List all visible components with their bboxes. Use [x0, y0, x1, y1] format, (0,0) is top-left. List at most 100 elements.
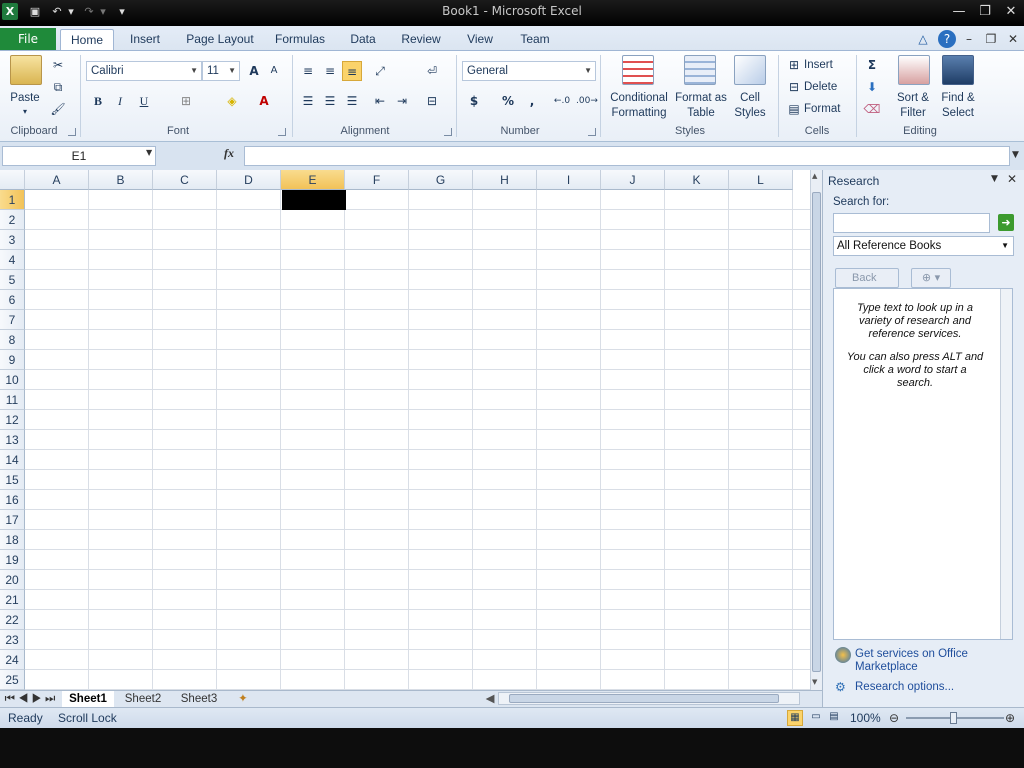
- tab-page-layout[interactable]: Page Layout: [178, 29, 262, 50]
- column-header[interactable]: A: [25, 170, 89, 190]
- tab-home[interactable]: Home: [60, 29, 114, 50]
- tab-file[interactable]: File: [0, 28, 56, 50]
- conditional-formatting-icon[interactable]: [622, 55, 654, 85]
- row-header[interactable]: 17: [0, 510, 25, 530]
- tab-team[interactable]: Team: [512, 29, 558, 50]
- cell-styles-icon[interactable]: [734, 55, 766, 85]
- column-header[interactable]: C: [153, 170, 217, 190]
- zoom-level[interactable]: 100%: [850, 711, 881, 725]
- align-bottom-icon[interactable]: ≡: [342, 61, 362, 81]
- clipboard-launcher-icon[interactable]: [68, 128, 76, 136]
- row-header[interactable]: 3: [0, 230, 25, 250]
- row-header[interactable]: 14: [0, 450, 25, 470]
- back-button[interactable]: Back: [835, 268, 899, 288]
- tab-insert[interactable]: Insert: [118, 29, 172, 50]
- font-color-icon[interactable]: A: [254, 91, 274, 111]
- wrap-text-icon[interactable]: ⏎: [422, 61, 442, 81]
- column-header[interactable]: G: [409, 170, 473, 190]
- column-header[interactable]: D: [217, 170, 281, 190]
- find-select-label-2[interactable]: Select: [934, 106, 982, 120]
- align-top-icon[interactable]: ≡: [298, 61, 318, 81]
- row-header[interactable]: 15: [0, 470, 25, 490]
- sort-filter-label-1[interactable]: Sort &: [892, 91, 934, 105]
- delete-cells-icon[interactable]: ⊟: [784, 77, 804, 97]
- scroll-down-icon[interactable]: ▼: [812, 678, 817, 686]
- row-header[interactable]: 24: [0, 650, 25, 670]
- column-header[interactable]: E: [281, 170, 345, 190]
- sort-filter-icon[interactable]: [898, 55, 930, 85]
- sort-filter-label-2[interactable]: Filter: [892, 106, 934, 120]
- zoom-out-icon[interactable]: ⊖: [889, 711, 899, 725]
- sheet-tab-3[interactable]: Sheet3: [174, 691, 224, 707]
- align-right-icon[interactable]: ☰: [342, 91, 362, 111]
- decrease-indent-icon[interactable]: ⇤: [370, 91, 390, 111]
- horizontal-scrollbar[interactable]: [498, 692, 800, 705]
- delete-cells-button[interactable]: Delete: [804, 80, 837, 94]
- tab-data[interactable]: Data: [340, 29, 386, 50]
- row-header[interactable]: 9: [0, 350, 25, 370]
- insert-sheet-icon[interactable]: ✦: [232, 691, 254, 707]
- zoom-slider-thumb[interactable]: [950, 712, 957, 724]
- increase-indent-icon[interactable]: ⇥: [392, 91, 412, 111]
- row-header[interactable]: 16: [0, 490, 25, 510]
- row-header[interactable]: 13: [0, 430, 25, 450]
- page-layout-view-icon[interactable]: ▭: [808, 710, 824, 726]
- column-header[interactable]: K: [665, 170, 729, 190]
- cell-styles-label-2[interactable]: Styles: [726, 106, 774, 120]
- borders-icon[interactable]: ⊞: [176, 91, 196, 111]
- row-header[interactable]: 8: [0, 330, 25, 350]
- merge-center-icon[interactable]: ⊟: [422, 91, 442, 111]
- row-header[interactable]: 22: [0, 610, 25, 630]
- format-as-table-label-1[interactable]: Format as: [672, 91, 730, 105]
- sheet-tab-1[interactable]: Sheet1: [62, 691, 114, 707]
- zoom-in-icon[interactable]: ⊕: [1005, 711, 1015, 725]
- grow-font-button[interactable]: A: [244, 61, 264, 81]
- align-left-icon[interactable]: ☰: [298, 91, 318, 111]
- insert-function-button[interactable]: fx: [224, 146, 234, 161]
- start-search-icon[interactable]: ➜: [998, 214, 1014, 231]
- conditional-formatting-label-1[interactable]: Conditional: [604, 91, 674, 105]
- clear-icon[interactable]: ⌫: [862, 99, 882, 119]
- row-header[interactable]: 7: [0, 310, 25, 330]
- workbook-restore-icon[interactable]: ❐: [982, 30, 1000, 48]
- row-header[interactable]: 21: [0, 590, 25, 610]
- hscroll-thumb[interactable]: [509, 694, 779, 703]
- sheet-tab-2[interactable]: Sheet2: [118, 691, 168, 707]
- column-header[interactable]: L: [729, 170, 793, 190]
- column-header[interactable]: J: [601, 170, 665, 190]
- hscroll-left-icon[interactable]: ◀: [484, 691, 496, 707]
- bold-button[interactable]: B: [88, 91, 108, 111]
- name-box-dropdown-icon[interactable]: ▼: [146, 148, 152, 157]
- italic-button[interactable]: I: [110, 91, 130, 111]
- workbook-close-icon[interactable]: ✕: [1004, 30, 1022, 48]
- cut-icon[interactable]: ✂: [48, 55, 68, 75]
- format-cells-icon[interactable]: ▤: [784, 99, 804, 119]
- normal-view-icon[interactable]: ▦: [787, 710, 803, 726]
- paste-dropdown-icon[interactable]: ▾: [4, 105, 46, 119]
- increase-decimal-icon[interactable]: ←.0: [552, 91, 572, 111]
- format-painter-icon[interactable]: 🖌: [48, 99, 68, 119]
- restore-icon[interactable]: ❐: [972, 2, 998, 22]
- column-header[interactable]: B: [89, 170, 153, 190]
- get-services-link[interactable]: Get services on Office Marketplace: [855, 648, 1005, 674]
- help-icon[interactable]: ?: [938, 30, 956, 48]
- number-launcher-icon[interactable]: [588, 128, 596, 136]
- find-select-label-1[interactable]: Find &: [934, 91, 982, 105]
- column-header[interactable]: F: [345, 170, 409, 190]
- row-header[interactable]: 1: [0, 190, 25, 210]
- results-scrollbar[interactable]: [1000, 289, 1012, 639]
- row-header[interactable]: 19: [0, 550, 25, 570]
- fill-icon[interactable]: ⬇: [862, 77, 882, 97]
- tab-review[interactable]: Review: [394, 29, 448, 50]
- decrease-decimal-icon[interactable]: .00→: [576, 91, 598, 111]
- select-all-corner[interactable]: [0, 170, 25, 190]
- insert-cells-icon[interactable]: ⊞: [784, 55, 804, 75]
- font-name-combo[interactable]: Calibri ▼: [86, 61, 202, 81]
- number-format-combo[interactable]: General ▼: [462, 61, 596, 81]
- alignment-launcher-icon[interactable]: [444, 128, 452, 136]
- forward-button[interactable]: ⊕ ▾: [911, 268, 951, 288]
- pane-options-icon[interactable]: ▼: [991, 174, 998, 184]
- column-header[interactable]: H: [473, 170, 537, 190]
- tab-view[interactable]: View: [456, 29, 504, 50]
- minimize-ribbon-icon[interactable]: △: [914, 30, 932, 48]
